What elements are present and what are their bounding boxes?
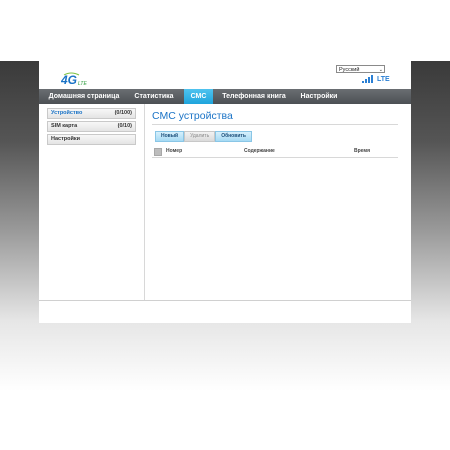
sms-table-header: Номер Содержание Время	[152, 146, 398, 158]
chevron-down-icon: ⌄	[378, 67, 383, 73]
language-select[interactable]: Русский ⌄	[336, 65, 385, 73]
select-all-checkbox[interactable]	[154, 148, 162, 156]
4g-lte-logo: 4G LTE	[61, 72, 87, 87]
signal-strength-icon	[362, 75, 373, 83]
nav-home[interactable]: Домашняя страница	[43, 89, 125, 104]
nav-phonebook[interactable]: Телефонная книга	[219, 89, 289, 104]
main-navigation: Домашняя страница Статистика СМС Телефон…	[39, 89, 411, 104]
sidebar-item-label: Настройки	[51, 136, 81, 142]
title-divider	[152, 124, 398, 125]
sidebar-item-label: SIM карта	[51, 123, 78, 129]
footer-divider	[39, 300, 411, 301]
refresh-button[interactable]: Обновить	[215, 131, 252, 142]
column-number: Номер	[166, 148, 183, 154]
sidebar-item-count: (0/100)	[114, 110, 132, 116]
sidebar-item-count: (0/10)	[117, 123, 132, 129]
page-title: СМС устройства	[152, 110, 233, 122]
delete-button[interactable]: Удалить	[184, 131, 216, 142]
sidebar-item-sim[interactable]: SIM карта (0/10)	[47, 121, 136, 132]
column-time: Время	[354, 148, 370, 154]
network-type-label: LTE	[377, 76, 390, 83]
nav-sms[interactable]: СМС	[184, 89, 213, 104]
sidebar-item-label: Устройство	[51, 110, 83, 116]
sidebar-item-settings[interactable]: Настройки	[47, 134, 136, 145]
web-admin-page: 4G LTE Русский ⌄ LTE Домашняя страница С…	[39, 61, 411, 323]
sidebar-divider	[144, 104, 145, 300]
nav-settings[interactable]: Настройки	[293, 89, 345, 104]
svg-text:4G: 4G	[61, 73, 77, 87]
sidebar-item-device[interactable]: Устройство (0/100)	[47, 108, 136, 119]
new-button[interactable]: Новый	[155, 131, 185, 142]
sms-toolbar: Новый Удалить Обновить	[155, 131, 252, 142]
column-content: Содержание	[244, 148, 275, 154]
language-selected: Русский	[339, 67, 360, 73]
nav-statistics[interactable]: Статистика	[127, 89, 181, 104]
sidebar: Устройство (0/100) SIM карта (0/10) Наст…	[47, 108, 136, 147]
svg-text:LTE: LTE	[78, 81, 87, 87]
